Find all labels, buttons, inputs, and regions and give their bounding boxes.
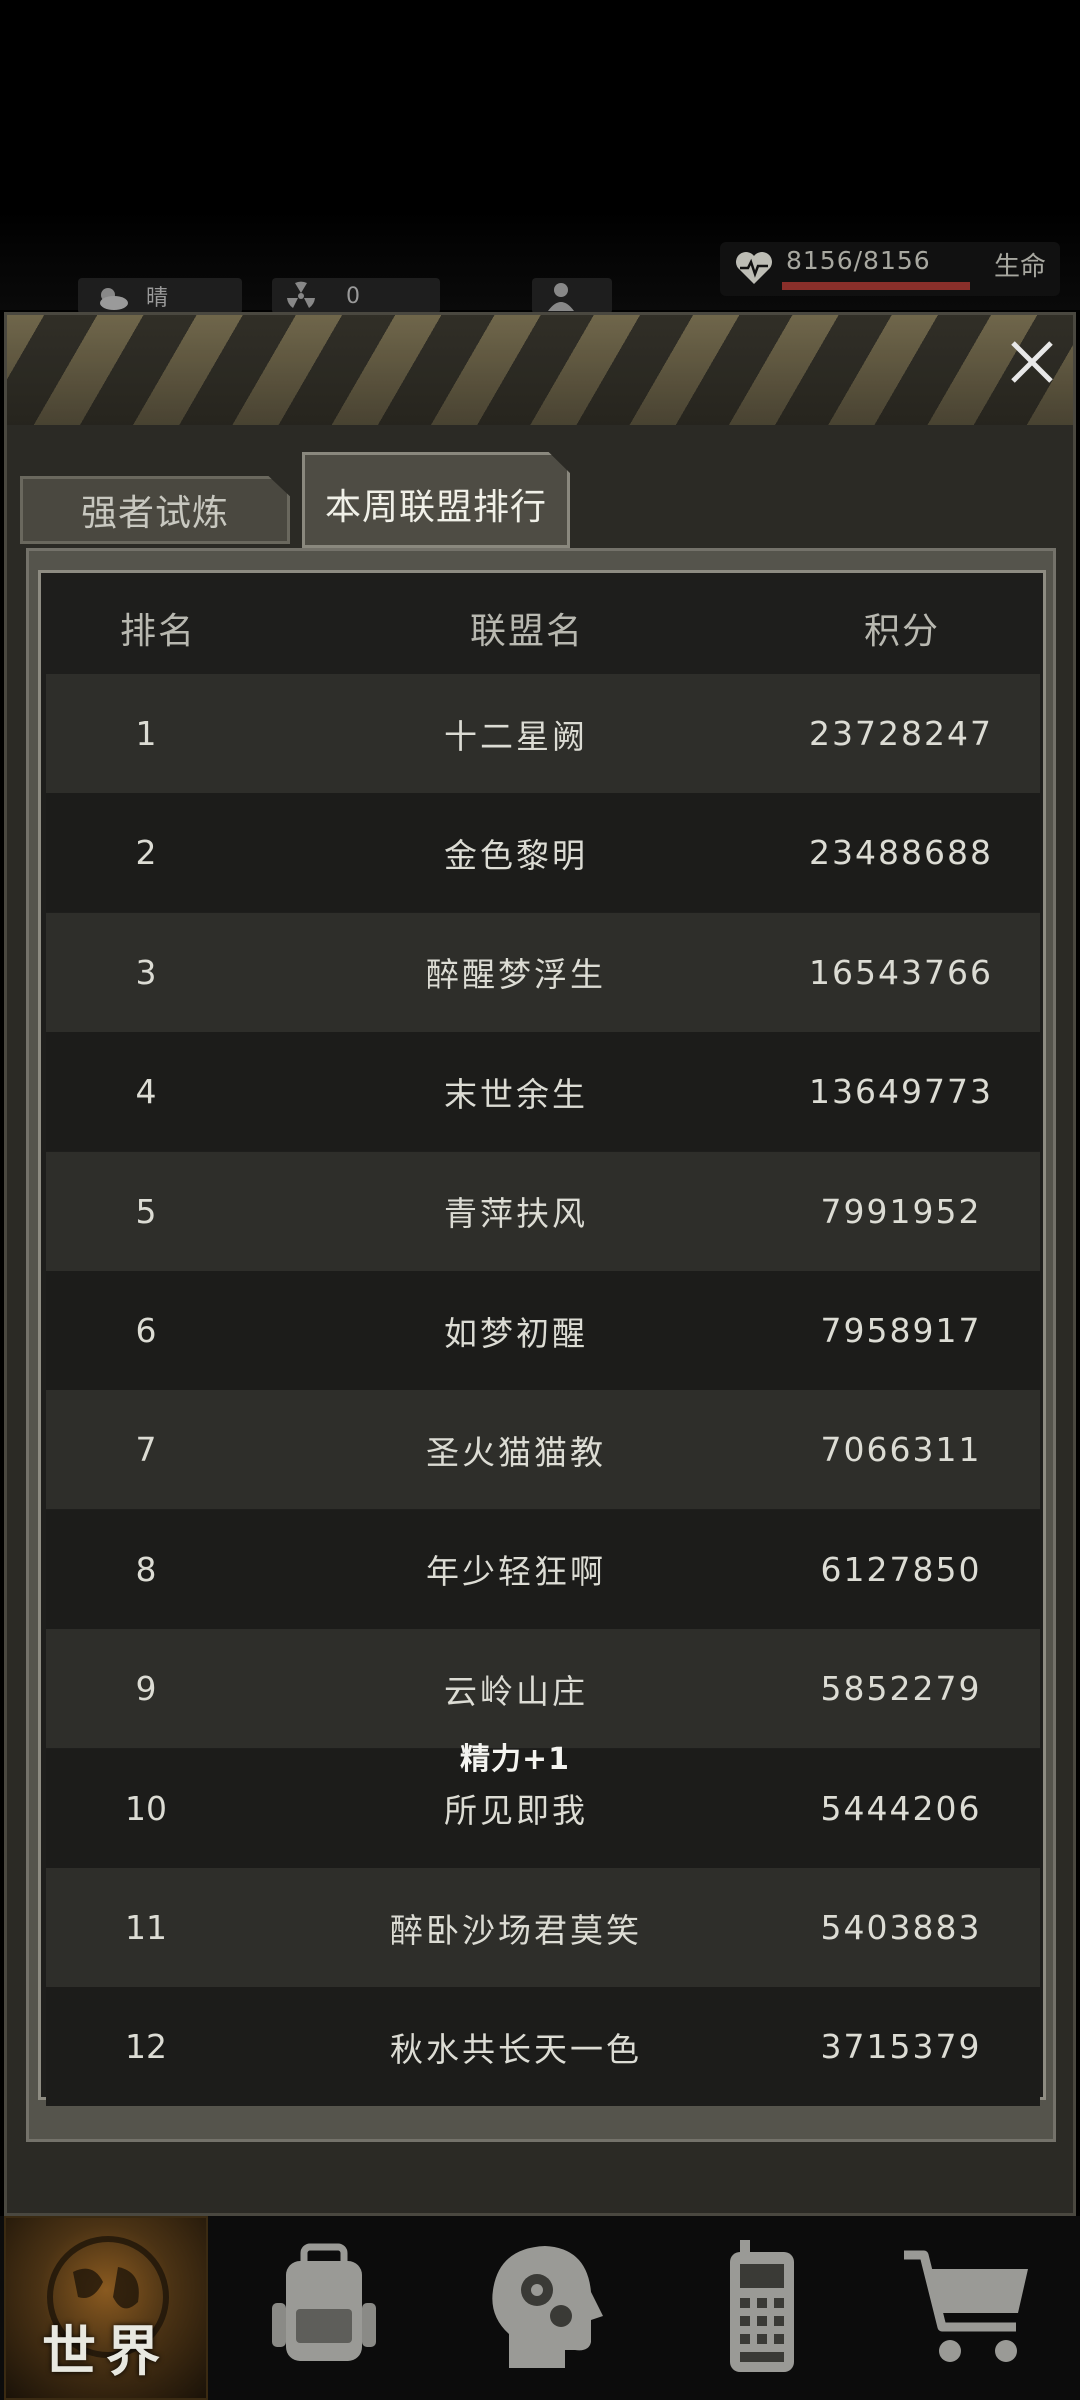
rank-cell: 3 [135,952,157,992]
energy-toast: 精力+1 [460,1742,571,1777]
table-row[interactable]: 4 末世余生 13649773 [46,1032,1040,1152]
rank-cell: 12 [125,2027,167,2067]
score-cell: 6127850 [820,1549,982,1589]
rank-cell: 8 [135,1549,157,1589]
score-cell: 7991952 [820,1191,982,1231]
radiation-icon [287,281,315,308]
header-score: 积分 [864,611,941,652]
bottom-nav: 世界 [0,2216,1080,2400]
score-cell: 5852279 [820,1669,982,1709]
alliance-name-cell: 末世余生 [444,1074,588,1114]
table-row[interactable]: 7 圣火猫猫教 7066311 [46,1390,1040,1510]
nav-world-label: 世界 [42,2320,170,2383]
rank-cell: 6 [135,1311,157,1350]
header-rank: 排名 [120,611,197,652]
table-row[interactable]: 12 秋水共长天一色 3715379 [46,1987,1040,2107]
radio-icon [730,2240,794,2372]
close-button[interactable] [1000,330,1064,394]
cloud-sun-icon [100,288,128,310]
backpack-icon [272,2243,376,2361]
alliance-name-cell: 秋水共长天一色 [390,2029,642,2069]
table-header: 排名 联盟名 积分 [42,574,1042,674]
radiation-chip: 0 [272,278,440,314]
table-row[interactable]: 6 如梦初醒 7958917 [46,1271,1040,1390]
score-cell: 16543766 [809,952,993,992]
score-cell: 5444206 [820,1788,982,1828]
table-row[interactable]: 5 青萍扶风 7991952 [46,1151,1040,1271]
rank-cell: 11 [125,1908,167,1947]
table-row[interactable]: 1 十二星阙 23728247 [46,674,1040,793]
score-cell: 23488688 [809,833,993,873]
hp-label: 生命 [994,252,1047,282]
nav-skills[interactable] [444,2216,644,2400]
score-cell: 7066311 [820,1430,982,1470]
heart-icon [736,252,772,284]
close-icon [1011,341,1053,383]
table-row[interactable]: 3 醉醒梦浮生 16543766 [46,912,1040,1032]
rank-cell: 10 [125,1788,167,1828]
status-bar: 晴 0 8156/8156 生命 [0,0,1080,314]
alliance-name-cell: 醉醒梦浮生 [426,955,606,995]
hazard-stripe-header [7,315,1073,425]
rank-cell: 5 [135,1191,157,1231]
alliance-name-cell: 醉卧沙场君莫笑 [390,1910,642,1950]
alliance-name-cell: 青萍扶风 [444,1194,588,1234]
table-row[interactable]: 11 醉卧沙场君莫笑 5403883 [46,1868,1040,1987]
table-row[interactable]: 8 年少轻狂啊 6127850 [46,1509,1040,1629]
score-cell: 3715379 [820,2027,982,2067]
alliance-name-cell: 云岭山庄 [444,1671,588,1711]
tab-strength-trial[interactable]: 强者试炼 [20,476,290,544]
head-gears-icon [492,2246,603,2368]
rank-cell: 2 [135,833,157,873]
weather-text: 晴 [146,286,169,311]
rank-cell: 4 [135,1072,157,1112]
alliance-name-cell: 十二星阙 [444,716,588,756]
alliance-name-cell: 金色黎明 [444,835,588,875]
player-chip[interactable] [532,278,612,314]
table-row[interactable]: 2 金色黎明 23488688 [46,793,1040,913]
hp-display: 8156/8156 生命 [720,242,1060,296]
alliance-name-cell: 年少轻狂啊 [426,1552,606,1592]
score-cell: 23728247 [809,714,993,753]
score-cell: 7958917 [820,1311,982,1350]
nav-world[interactable]: 世界 [4,2216,208,2400]
score-cell: 5403883 [820,1908,982,1947]
weather-chip: 晴 [78,278,242,314]
radiation-value: 0 [346,283,360,309]
nav-shop[interactable] [868,2216,1068,2400]
tab-weekly-alliance-ranking[interactable]: 本周联盟排行 [302,452,570,548]
hp-bar [782,282,970,290]
rank-cell: 1 [135,714,157,753]
score-cell: 13649773 [809,1072,993,1112]
alliance-name-cell: 如梦初醒 [444,1313,588,1353]
cart-icon [904,2250,1028,2362]
nav-backpack[interactable] [224,2216,424,2400]
rank-cell: 7 [135,1430,157,1470]
rank-cell: 9 [135,1669,157,1709]
header-alliance-name: 联盟名 [470,611,585,652]
alliance-name-cell: 圣火猫猫教 [426,1432,606,1472]
hp-value: 8156/8156 [786,246,931,275]
person-icon [548,283,574,311]
table-row[interactable]: 9 云岭山庄 5852279 [46,1629,1040,1749]
nav-radio[interactable] [662,2216,862,2400]
